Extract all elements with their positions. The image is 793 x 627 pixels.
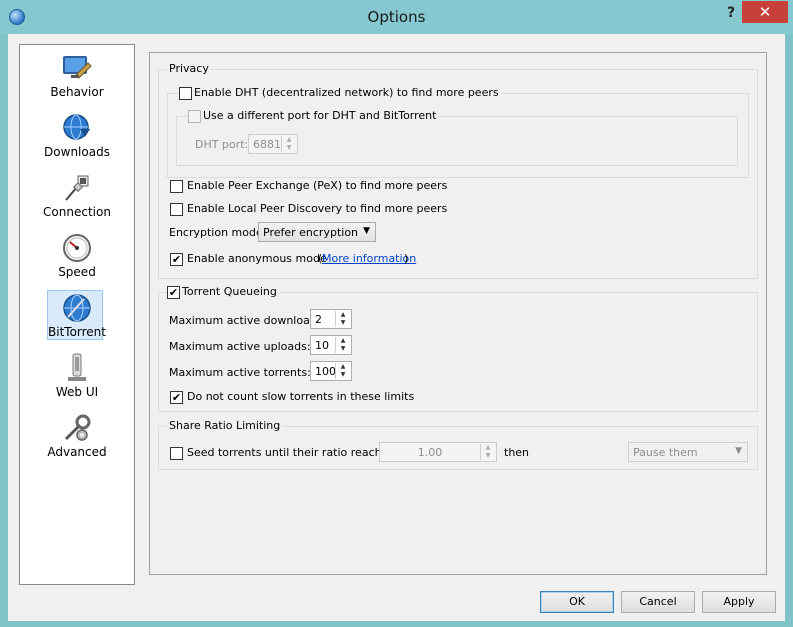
encryption-mode-value: Prefer encryption [263, 226, 359, 239]
sidebar-item-connection[interactable]: Connection [20, 169, 134, 227]
max-uploads-label: Maximum active uploads: [169, 340, 311, 353]
encryption-mode-label: Encryption mode: [169, 226, 267, 239]
sidebar-item-bittorrent[interactable]: BitTorrent [20, 289, 134, 347]
max-uploads-value: 10 [315, 339, 329, 352]
dht-port-value: 6881 [253, 138, 281, 151]
spin-up-icon[interactable]: ▲ [336, 337, 350, 345]
anonymous-mode-checkbox[interactable]: ✔ [170, 253, 183, 266]
sidebar-item-label: BitTorrent [48, 325, 106, 339]
max-torrents-value: 100 [315, 365, 336, 378]
slow-torrents-label: Do not count slow torrents in these limi… [187, 390, 415, 403]
encryption-mode-select[interactable]: Prefer encryption ▼ [258, 222, 376, 242]
sidebar-item-downloads[interactable]: Downloads [20, 109, 134, 167]
advanced-tools-icon [64, 414, 91, 441]
max-torrents-spinbox[interactable]: 100 ▲ ▼ [310, 361, 352, 381]
dht-port-label: DHT port: [195, 138, 249, 151]
ratio-value-spinbox[interactable]: 1.00 ▲ ▼ [379, 442, 497, 462]
share-ratio-title: Share Ratio Limiting [167, 419, 283, 432]
more-information-link[interactable]: More information [322, 252, 416, 265]
lpd-checkbox[interactable] [170, 203, 183, 216]
share-ratio-group: Share Ratio Limiting Seed torrents until… [158, 419, 758, 470]
privacy-group-title: Privacy [167, 62, 211, 75]
help-button[interactable]: ? [720, 5, 742, 25]
web-ui-icon [68, 353, 86, 381]
max-downloads-value: 2 [315, 313, 322, 326]
sidebar-item-speed[interactable]: Speed [20, 229, 134, 287]
spin-down-icon[interactable]: ▼ [336, 319, 350, 327]
spin-down-icon[interactable]: ▼ [336, 345, 350, 353]
sidebar-item-label: Speed [58, 265, 96, 279]
ratio-action-select[interactable]: Pause them ▼ [628, 442, 748, 462]
pex-label: Enable Peer Exchange (PeX) to find more … [187, 179, 448, 192]
cancel-button[interactable]: Cancel [621, 591, 695, 613]
seed-ratio-checkbox[interactable] [170, 447, 183, 460]
dht-port-spinbox[interactable]: 6881 ▲ ▼ [248, 134, 298, 154]
spin-down-icon[interactable]: ▼ [481, 452, 495, 460]
sidebar-item-advanced[interactable]: Advanced [20, 409, 134, 467]
sidebar-item-web-ui[interactable]: Web UI [20, 349, 134, 407]
slow-torrents-checkbox[interactable]: ✔ [170, 391, 183, 404]
sidebar-item-behavior[interactable]: Behavior [20, 49, 134, 107]
sidebar-item-label: Downloads [44, 145, 110, 159]
spin-down-icon[interactable]: ▼ [282, 144, 296, 152]
seed-ratio-label: Seed torrents until their ratio reaches [187, 446, 395, 459]
lpd-label: Enable Local Peer Discovery to find more… [187, 202, 448, 215]
max-uploads-spinbox[interactable]: 10 ▲ ▼ [310, 335, 352, 355]
spin-down-icon[interactable]: ▼ [336, 371, 350, 379]
sidebar-item-label: Connection [43, 205, 111, 219]
dht-label: Enable DHT (decentralized network) to fi… [192, 86, 501, 99]
downloads-globe-icon [63, 114, 90, 140]
close-button[interactable]: ✕ [742, 1, 788, 23]
spin-up-icon[interactable]: ▲ [481, 444, 495, 452]
options-panel: Privacy Enable DHT (decentralized networ… [149, 52, 767, 575]
chevron-down-icon: ▼ [363, 226, 370, 236]
spin-up-icon[interactable]: ▲ [282, 136, 296, 144]
dht-different-port-checkbox[interactable] [188, 110, 201, 123]
window-title: Options [367, 8, 426, 26]
chevron-down-icon: ▼ [735, 446, 742, 456]
spin-up-icon[interactable]: ▲ [336, 311, 350, 319]
bittorrent-globe-icon [63, 294, 91, 322]
spin-up-icon[interactable]: ▲ [336, 363, 350, 371]
sidebar: Behavior Downloads Connection Speed BitT… [19, 44, 135, 585]
paren-close: ) [404, 252, 409, 265]
behavior-icon [63, 56, 92, 79]
ok-button[interactable]: OK [540, 591, 614, 613]
titlebar: Options ? ✕ [0, 0, 793, 34]
privacy-group: Privacy Enable DHT (decentralized networ… [158, 62, 758, 279]
queueing-checkbox[interactable]: ✔ [167, 286, 180, 299]
dialog-client: Behavior Downloads Connection Speed BitT… [8, 34, 785, 621]
anonymous-mode-label: Enable anonymous mode [187, 252, 327, 265]
queueing-group: ✔ Torrent Queueing Maximum active downlo… [158, 285, 758, 412]
dht-port-subgroup: Use a different port for DHT and BitTorr… [176, 109, 738, 166]
max-downloads-spinbox[interactable]: 2 ▲ ▼ [310, 309, 352, 329]
ratio-action-value: Pause them [633, 446, 698, 459]
speed-gauge-icon [63, 234, 91, 262]
dht-different-port-label: Use a different port for DHT and BitTorr… [201, 109, 439, 122]
sidebar-item-label: Advanced [47, 445, 107, 459]
connection-plug-icon [65, 175, 89, 201]
then-label: then [504, 446, 530, 459]
sidebar-item-label: Behavior [50, 85, 104, 99]
sidebar-item-label: Web UI [55, 385, 99, 399]
apply-button[interactable]: Apply [702, 591, 776, 613]
ratio-value: 1.00 [417, 446, 443, 459]
max-downloads-label: Maximum active downloads: [169, 314, 327, 327]
max-torrents-label: Maximum active torrents: [169, 366, 311, 379]
queueing-title: Torrent Queueing [180, 285, 279, 298]
dht-subgroup: Enable DHT (decentralized network) to fi… [167, 86, 749, 178]
dht-checkbox[interactable] [179, 87, 192, 100]
pex-checkbox[interactable] [170, 180, 183, 193]
